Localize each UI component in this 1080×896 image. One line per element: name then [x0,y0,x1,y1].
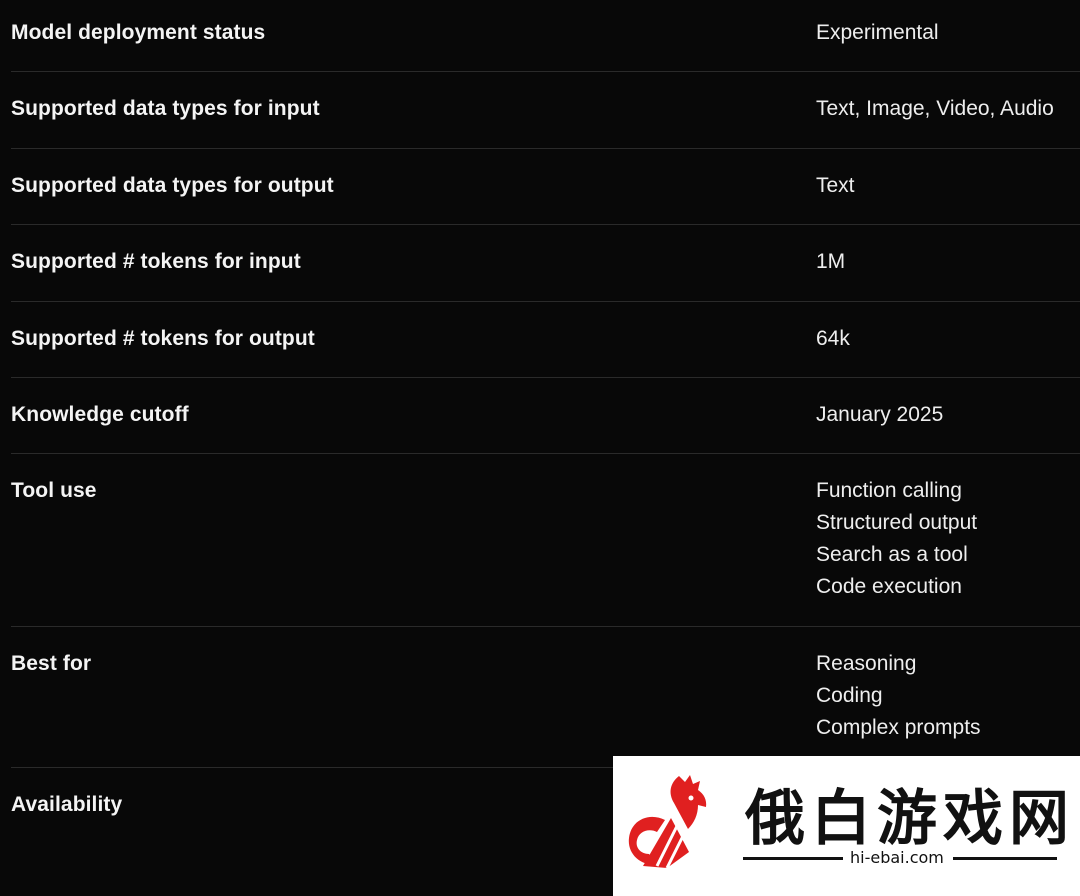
spec-row-best-for: Best for Reasoning Coding Complex prompt… [11,627,1080,768]
spec-value: 1M [816,246,845,278]
spec-row-input-types: Supported data types for input Text, Ima… [11,72,1080,149]
spec-value-line: January 2025 [816,403,944,426]
spec-value: Reasoning Coding Complex prompts [816,648,981,744]
spec-value-line: Complex prompts [816,716,981,739]
spec-row-tool-use: Tool use Function calling Structured out… [11,454,1080,627]
spec-value: Experimental [816,17,939,49]
spec-value-line: Structured output [816,511,978,534]
watermark-title: 俄白游戏网 [745,784,1075,854]
spec-value-line: Reasoning [816,652,917,675]
spec-label: Tool use [11,479,97,502]
spec-value-line: Search as a tool [816,543,968,566]
spec-value-line: Code execution [816,575,962,598]
spec-label: Supported # tokens for input [11,250,301,273]
spec-value-line: 1M [816,250,846,273]
spec-value: Text, Image, Video, Audio [816,93,1054,125]
spec-value-line: Function calling [816,479,962,502]
watermark-url: hi-ebai.com [850,848,944,867]
watermark-divider-left [743,857,843,860]
spec-value: Text [816,170,855,202]
spec-value: 64k [816,323,850,355]
watermark-overlay: 俄白游戏网 hi-ebai.com [613,756,1080,896]
spec-value: Function calling Structured output Searc… [816,475,977,603]
spec-label: Knowledge cutoff [11,403,189,426]
spec-value-line: 64k [816,327,850,350]
spec-label: Best for [11,652,92,675]
spec-value-line: Coding [816,684,883,707]
spec-row-deployment-status: Model deployment status Experimental [11,0,1080,72]
spec-label: Supported data types for input [11,97,320,120]
spec-value-line: Text [816,174,855,197]
spec-row-output-types: Supported data types for output Text [11,149,1080,225]
spec-value-line: Experimental [816,21,939,44]
spec-row-output-tokens: Supported # tokens for output 64k [11,302,1080,378]
spec-value: January 2025 [816,399,943,431]
spec-label: Supported # tokens for output [11,327,315,350]
spec-label: Supported data types for output [11,174,334,197]
spec-row-input-tokens: Supported # tokens for input 1M [11,225,1080,302]
spec-row-knowledge-cutoff: Knowledge cutoff January 2025 [11,378,1080,454]
rooster-logo-icon [628,775,707,869]
spec-label: Model deployment status [11,21,266,44]
watermark-divider-right [953,857,1057,860]
spec-value-line: Text, Image, Video, Audio [816,97,1054,120]
spec-label: Availability [11,793,123,816]
